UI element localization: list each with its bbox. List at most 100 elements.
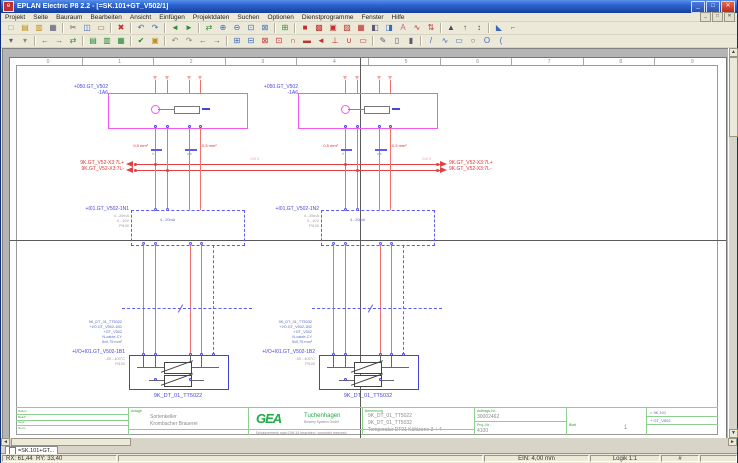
align-top-button[interactable]: ▲ <box>444 21 458 35</box>
zoom-out-button[interactable]: ⊖ <box>230 21 244 35</box>
interruption-point-right-minus-arrow-icon[interactable] <box>440 167 447 173</box>
wire[interactable] <box>189 80 190 93</box>
device-navigator-button[interactable]: ▤ <box>86 34 100 48</box>
insert-potential-button[interactable]: ⊥ <box>328 34 342 48</box>
device-label[interactable]: 9K_DT_01_TT5032 <box>319 394 417 400</box>
edit-block-button[interactable]: ▯ <box>390 34 404 48</box>
zoom-all-button[interactable]: ⊠ <box>258 21 272 35</box>
plc-resistor-symbol[interactable] <box>174 106 200 114</box>
terminal-circle[interactable] <box>189 378 192 381</box>
insert-terminal-strip-button[interactable]: ⊠ <box>258 34 272 48</box>
goto-previous-button[interactable]: ← <box>38 34 52 48</box>
menu-einfgen[interactable]: Einfügen <box>155 14 189 21</box>
wire[interactable] <box>167 80 168 93</box>
maximize-button[interactable]: □ <box>706 1 720 13</box>
insert-symbol-button[interactable]: ■ <box>298 21 312 35</box>
menu-suchen[interactable]: Suchen <box>233 14 263 21</box>
insert-busbar-button[interactable]: ▬ <box>300 34 314 48</box>
paste-button[interactable]: ▭ <box>94 21 108 35</box>
scroll-left-icon[interactable]: ◄ <box>1 438 10 446</box>
next-view-button[interactable]: ↷ <box>182 34 196 48</box>
zoom-in-button[interactable]: ⊕ <box>216 21 230 35</box>
bus-line-minus[interactable] <box>134 170 440 171</box>
back-button[interactable]: ← <box>196 34 210 48</box>
draw-rect-button[interactable]: ▭ <box>452 34 466 48</box>
page-tab[interactable]: =SK.101+GT... <box>5 446 58 454</box>
menu-projekt[interactable]: Projekt <box>1 14 29 21</box>
wire[interactable] <box>345 128 346 210</box>
device-label[interactable]: 9K_DT_01_TT5022 <box>129 394 227 400</box>
mdi-minimize-button[interactable]: _ <box>700 12 711 22</box>
draw-polyline-button[interactable]: ∿ <box>438 34 452 48</box>
insert-plc-button[interactable]: ⊞ <box>230 34 244 48</box>
mdi-close-button[interactable]: ✕ <box>724 12 735 22</box>
terminal-circle[interactable] <box>212 353 215 356</box>
wire[interactable] <box>189 128 190 210</box>
terminal-circle[interactable] <box>356 208 359 211</box>
insert-device-button[interactable]: ▨ <box>340 21 354 35</box>
print-button[interactable]: ▦ <box>46 21 60 35</box>
wire[interactable] <box>390 80 391 93</box>
open-project-button[interactable]: ▤ <box>18 21 32 35</box>
insert-terminal-button[interactable]: ▦ <box>354 21 368 35</box>
insert-shield-button[interactable]: ∩ <box>286 34 300 48</box>
wire[interactable] <box>390 128 391 210</box>
update-connections-button[interactable]: ⇅ <box>424 21 438 35</box>
draw-line-button[interactable]: / <box>424 34 438 48</box>
terminal-circle[interactable] <box>402 353 405 356</box>
terminal-circle[interactable] <box>166 208 169 211</box>
wire[interactable] <box>200 80 201 93</box>
cable-line[interactable] <box>122 308 252 309</box>
wire[interactable] <box>357 80 358 93</box>
plc-resistor-symbol[interactable] <box>364 106 390 114</box>
terminal-circle[interactable] <box>154 208 157 211</box>
forward-button[interactable]: → <box>210 34 224 48</box>
menu-dienstprogramme[interactable]: Dienstprogramme <box>298 14 358 21</box>
menu-bauraum[interactable]: Bauraum <box>52 14 86 21</box>
shield-wire-dashed[interactable] <box>213 245 214 355</box>
goto-counterpart-button[interactable]: ⇄ <box>66 34 80 48</box>
multi-select-button[interactable]: ▾ <box>18 34 32 48</box>
terminal-navigator-button[interactable]: ▦ <box>114 34 128 48</box>
terminal-circle[interactable] <box>379 378 382 381</box>
graphical-editor-button[interactable]: ◨ <box>382 21 396 35</box>
cable-navigator-button[interactable]: ▥ <box>100 34 114 48</box>
annotate-button[interactable]: A <box>396 21 410 35</box>
goto-next-button[interactable]: → <box>52 34 66 48</box>
connections-button[interactable]: ∿ <box>410 21 424 35</box>
messages-button[interactable]: ▣ <box>148 34 162 48</box>
refresh-button[interactable]: ⇄ <box>202 21 216 35</box>
redo-button[interactable]: ↷ <box>148 21 162 35</box>
navigator-button[interactable]: ◧ <box>368 21 382 35</box>
bus-line-plus[interactable] <box>134 164 440 165</box>
move-button[interactable]: ↑ <box>458 21 472 35</box>
transducer-box[interactable] <box>131 210 245 246</box>
copy-button[interactable]: ◫ <box>80 21 94 35</box>
edit-stamp-button[interactable]: ▮ <box>404 34 418 48</box>
insert-black-box-button[interactable]: ▭ <box>356 34 370 48</box>
wire[interactable] <box>155 80 156 93</box>
open-page-button[interactable]: ▥ <box>32 21 46 35</box>
insert-cable-button[interactable]: ⊡ <box>272 34 286 48</box>
vertical-scrollbar[interactable]: ▲ ▼ <box>728 48 737 438</box>
scroll-up-icon[interactable]: ▲ <box>729 48 738 57</box>
wire[interactable] <box>201 245 202 355</box>
select-button[interactable]: ◣ <box>492 21 506 35</box>
drawing-area[interactable]: 01234567899K.GT_V52-X3:7L+9K.GT_V52-X3:7… <box>2 48 728 438</box>
draw-ellipse-button[interactable]: O <box>480 34 494 48</box>
page-forward-button[interactable]: ► <box>182 21 196 35</box>
terminal-circle[interactable] <box>154 378 157 381</box>
menu-projektdaten[interactable]: Projektdaten <box>189 14 234 21</box>
cable-line[interactable] <box>312 308 442 309</box>
terminal-circle[interactable] <box>344 208 347 211</box>
insert-plc-card-button[interactable]: ⊟ <box>244 34 258 48</box>
zoom-window-button[interactable]: ⊡ <box>244 21 258 35</box>
mdi-restore-button[interactable]: □ <box>712 12 723 22</box>
scroll-right-icon[interactable]: ► <box>728 438 737 446</box>
horizontal-scrollbar[interactable]: ◄ ► <box>1 438 737 446</box>
wire[interactable] <box>155 128 156 210</box>
insert-interruption-point-button[interactable]: ◄ <box>314 34 328 48</box>
interruption-point-left-minus-arrow-icon[interactable] <box>126 167 133 173</box>
wire[interactable] <box>391 245 392 355</box>
cut-button[interactable]: ✂ <box>66 21 80 35</box>
